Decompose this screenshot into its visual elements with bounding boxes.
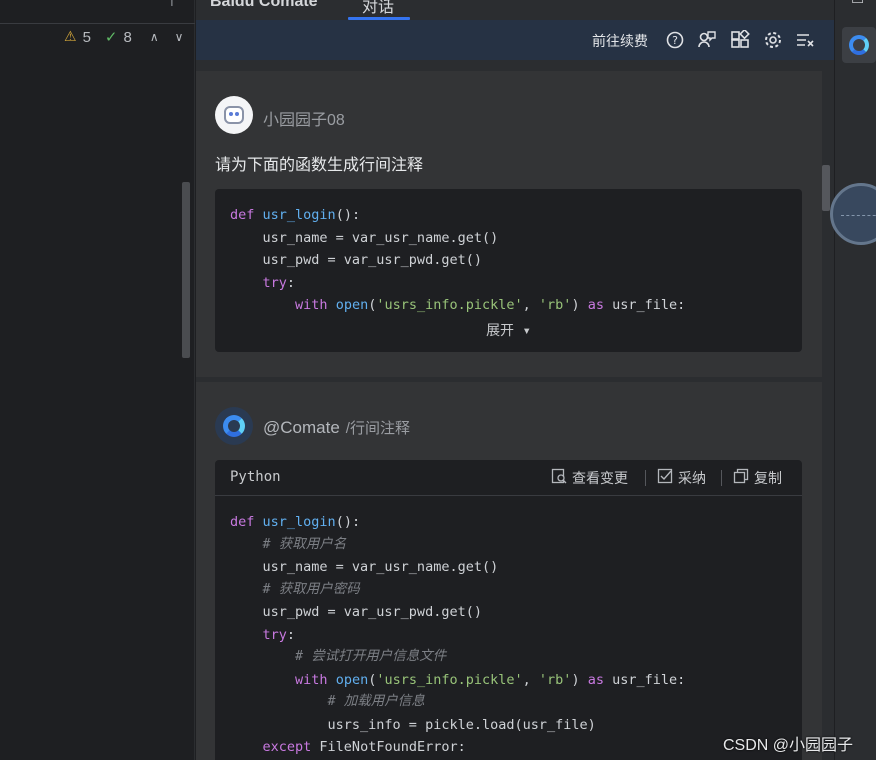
- chat-scrollbar[interactable]: [822, 165, 830, 211]
- chat-area: 小园园子08 请为下面的函数生成行间注释 def usr_login(): us…: [196, 60, 834, 760]
- bot-code-block: Python 查看变更 采纳 复制 def usr_login(): # 获取用…: [215, 460, 802, 760]
- plugins-icon[interactable]: [729, 29, 751, 51]
- notifications-icon[interactable]: ▭: [851, 0, 864, 8]
- tab-chat[interactable]: 对话: [362, 0, 394, 17]
- accept-icon: [657, 468, 673, 488]
- code-line: usrs_info = pickle.load(usr_file): [230, 717, 596, 733]
- code-line: usr_name = var_usr_name.get(): [230, 559, 499, 575]
- app-window: ↑ ⚠ 5 ✓ 8 ∧ ∨ Baidu Comate 对话 前往续费 ? 小园园…: [0, 0, 876, 760]
- comate-avatar: [215, 407, 253, 445]
- bot-command: /行间注释: [345, 420, 410, 437]
- code-comment: # 获取用户名: [262, 536, 347, 552]
- comate-logo-icon: [849, 35, 869, 55]
- next-highlight-icon[interactable]: ∨: [175, 30, 184, 44]
- copy-label: 复制: [754, 471, 782, 487]
- bot-handle: @Comate: [263, 418, 340, 437]
- code-line: usr_name = var_usr_name.get(): [230, 230, 499, 246]
- comate-panel: Baidu Comate 对话 前往续费 ? 小园园子08 请为下面的函数生成行…: [196, 0, 834, 760]
- username: 小园园子08: [263, 112, 345, 129]
- copy-button[interactable]: 复制: [733, 468, 782, 488]
- user-avatar: [215, 96, 253, 134]
- action-divider: [721, 470, 722, 486]
- user-message: 小园园子08 请为下面的函数生成行间注释 def usr_login(): us…: [196, 71, 822, 377]
- clear-list-icon[interactable]: [794, 29, 816, 51]
- bot-message: @Comate/行间注释 Python 查看变更 采纳 复制 def usr_l…: [196, 382, 822, 760]
- code-line: except FileNotFoundError:: [262, 739, 466, 755]
- weak-warnings-count: 8: [123, 28, 132, 46]
- expand-button[interactable]: 展开 ▾: [215, 320, 802, 340]
- code-line: try:: [262, 275, 296, 291]
- comate-logo-icon: [223, 415, 245, 437]
- tab-baidu-comate[interactable]: Baidu Comate: [210, 0, 318, 11]
- code-line: usr_pwd = var_usr_pwd.get(): [230, 604, 482, 620]
- previous-highlight-icon[interactable]: ∧: [150, 30, 159, 44]
- action-divider: [645, 470, 646, 486]
- editor-top-glyph: ↑: [166, 0, 178, 10]
- robot-avatar-icon: [224, 106, 244, 124]
- accept-button[interactable]: 采纳: [657, 468, 706, 488]
- editor-tabbar: ↑: [0, 0, 195, 24]
- view-changes-label: 查看变更: [572, 471, 628, 487]
- code-line: def usr_login():: [230, 514, 361, 530]
- copy-icon: [733, 468, 749, 488]
- code-line: with open('usrs_info.pickle', 'rb') as u…: [295, 297, 686, 313]
- user-question: 请为下面的函数生成行间注释: [215, 157, 424, 174]
- bot-header: @Comate/行间注释: [263, 417, 410, 438]
- accept-label: 采纳: [678, 471, 706, 487]
- panel-tabs: Baidu Comate 对话: [196, 0, 834, 20]
- watermark: CSDN @小园园子: [723, 737, 854, 754]
- renew-link[interactable]: 前往续费: [592, 31, 648, 51]
- view-changes-button[interactable]: 查看变更: [551, 468, 628, 488]
- code-comment: # 获取用户密码: [262, 581, 360, 597]
- code-language: Python: [230, 469, 281, 485]
- warning-icon: ⚠: [64, 29, 77, 45]
- svg-text:?: ?: [672, 34, 678, 47]
- code-comment: # 加载用户信息: [327, 693, 425, 709]
- code-line: def usr_login():: [230, 207, 361, 223]
- warnings-count: 5: [82, 28, 91, 46]
- code-line: try:: [262, 627, 296, 643]
- code-block-header: Python 查看变更 采纳 复制: [215, 460, 802, 496]
- check-icon: ✓: [104, 28, 118, 46]
- editor-pane: ↑ ⚠ 5 ✓ 8 ∧ ∨: [0, 0, 195, 760]
- panel-toolbar: 前往续费 ?: [196, 20, 834, 60]
- comate-toolwindow-button[interactable]: [842, 27, 876, 63]
- help-icon[interactable]: ?: [664, 29, 686, 51]
- view-changes-icon: [551, 468, 567, 488]
- code-comment: # 尝试打开用户信息文件: [295, 648, 447, 664]
- editor-scrollbar[interactable]: [182, 182, 190, 358]
- feedback-icon[interactable]: [696, 29, 718, 51]
- user-code-block: def usr_login(): usr_name = var_usr_name…: [215, 189, 802, 352]
- settings-icon[interactable]: [762, 29, 784, 51]
- right-tool-strip: ▭: [834, 0, 876, 760]
- inspection-widget[interactable]: ⚠ 5 ✓ 8 ∧ ∨: [64, 28, 183, 46]
- code-line: with open('usrs_info.pickle', 'rb') as u…: [295, 672, 686, 688]
- code-line: usr_pwd = var_usr_pwd.get(): [230, 252, 482, 268]
